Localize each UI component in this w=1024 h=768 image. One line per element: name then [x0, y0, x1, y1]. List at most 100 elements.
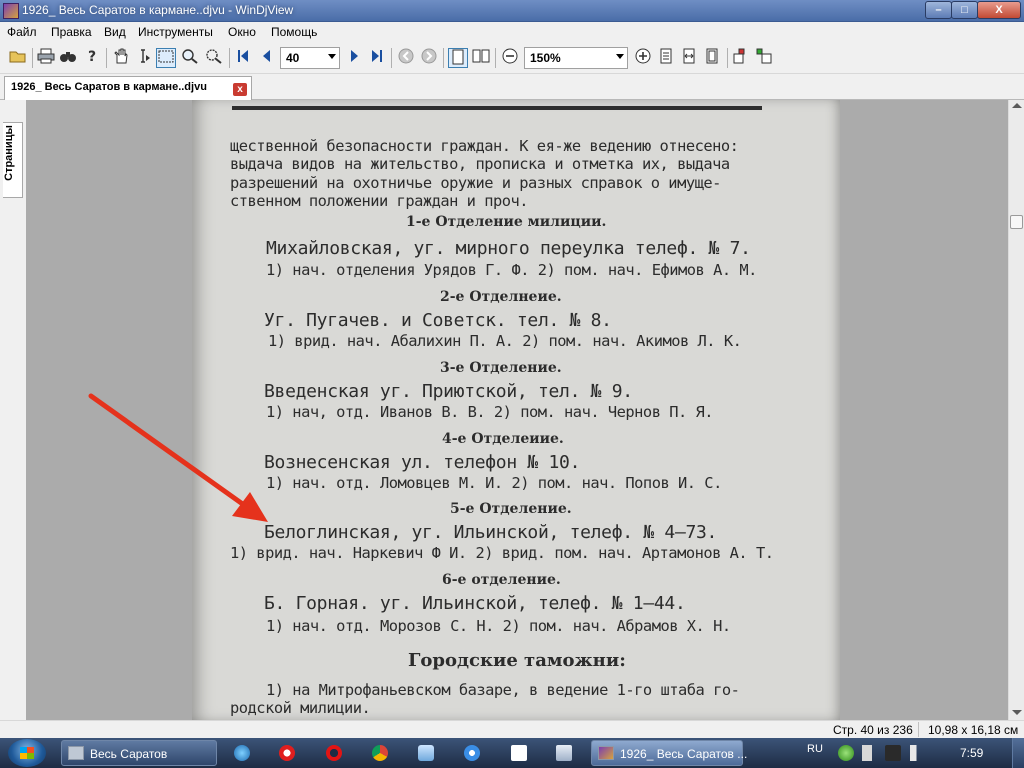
windjview-app-icon [598, 746, 614, 760]
opera-icon[interactable] [326, 745, 342, 761]
text-line: выдача видов на жительство, прописка и о… [230, 155, 730, 173]
fit-page-icon[interactable] [702, 48, 722, 68]
find-binoculars-icon[interactable] [58, 48, 78, 68]
show-desktop-button[interactable] [1012, 738, 1024, 768]
rotate-right-icon[interactable] [754, 48, 774, 68]
section-heading: 5-е Отделение. [450, 501, 572, 517]
text-select-icon[interactable] [134, 48, 154, 68]
page-number-combobox[interactable]: 40 [280, 47, 340, 69]
menu-window[interactable]: Окно [228, 25, 256, 39]
staff-line: 1) врид. нач. Абалихин П. А. 2) пом. нач… [268, 332, 742, 350]
zoom-value: 150% [530, 51, 561, 65]
address-line: Белоглинская, уг. Ильинской, телеф. № 4—… [264, 522, 718, 543]
window-title: 1926_ Весь Саратов в кармане..djvu - Win… [22, 3, 294, 17]
open-folder-icon[interactable] [8, 48, 28, 68]
staff-line: 1) врид. нач. Наркевич Ф И. 2) врид. пом… [230, 544, 774, 562]
fit-width-icon[interactable] [679, 48, 699, 68]
antivirus-icon[interactable] [838, 745, 854, 761]
document-tab[interactable]: 1926_ Весь Саратов в кармане..djvu x [4, 76, 252, 100]
page-top-rule [232, 106, 762, 110]
menu-help[interactable]: Помощь [271, 25, 317, 39]
address-line: Михайловская, уг. мирного переулка телеф… [266, 238, 751, 259]
yandex-browser-icon[interactable] [279, 745, 295, 761]
chevron-down-icon[interactable] [328, 54, 336, 59]
yandex-icon[interactable] [511, 745, 527, 761]
volume-icon[interactable] [910, 745, 926, 761]
document-view[interactable]: щественной безопасности граждан. К ея-же… [26, 100, 1008, 720]
title-bar[interactable]: 1926_ Весь Саратов в кармане..djvu - Win… [0, 0, 1024, 22]
rect-select-icon[interactable] [156, 48, 176, 68]
rotate-left-icon[interactable] [731, 48, 751, 68]
zoom-out-icon[interactable] [500, 48, 520, 68]
taskbar-item-label: 1926_ Весь Саратов ... [620, 747, 748, 761]
messenger-icon[interactable] [418, 745, 434, 761]
actual-size-icon[interactable] [656, 48, 676, 68]
zoom-magnifier-icon[interactable] [180, 48, 200, 68]
audio-player-icon[interactable] [556, 745, 572, 761]
taskbar-item-windjview[interactable]: 1926_ Весь Саратов ... [591, 740, 747, 766]
document-tab-bar: 1926_ Весь Саратов в кармане..djvu x [0, 74, 1024, 100]
text-line: ственном положении граждан и проч. [230, 192, 529, 210]
menu-tools[interactable]: Инструменты [138, 25, 213, 39]
section-heading: 2-е Отделнеие. [440, 289, 562, 305]
next-page-icon[interactable] [344, 48, 364, 68]
facing-pages-icon[interactable] [471, 48, 491, 68]
page-indicator: Стр. 40 из 236 [833, 723, 913, 737]
text-line: щественной безопасности граждан. К ея-же… [230, 137, 739, 155]
toolbar: ? 40 150% [0, 42, 1024, 74]
scroll-thumb[interactable] [1010, 215, 1023, 229]
taskbar: Весь Саратов 1926_ Весь Саратов ... RU 7… [0, 738, 1024, 768]
zoom-in-icon[interactable] [633, 48, 653, 68]
media-player-icon[interactable] [234, 745, 250, 761]
last-page-icon[interactable] [367, 48, 387, 68]
help-question-icon[interactable]: ? [82, 48, 102, 68]
first-page-icon[interactable] [233, 48, 253, 68]
pages-panel-tab[interactable]: Страницы [3, 122, 23, 198]
section-heading: 3-е Отделение. [440, 360, 562, 376]
menu-view[interactable]: Вид [104, 25, 126, 39]
prev-page-icon[interactable] [257, 48, 277, 68]
page-size-indicator: 10,98 x 16,18 см [928, 723, 1019, 737]
network-icon[interactable] [885, 745, 901, 761]
hand-pan-icon[interactable] [111, 48, 131, 68]
text-line: разрешений на охотничье оружие и разных … [230, 174, 721, 192]
windjview-app-icon [3, 3, 19, 19]
pages-panel-label: Страницы [3, 125, 15, 181]
section-heading: 1-е Отделение милиции. [406, 214, 607, 230]
vertical-scrollbar[interactable] [1008, 100, 1024, 720]
chrome-icon[interactable] [372, 745, 388, 761]
close-tab-icon[interactable]: x [233, 83, 247, 96]
toolbar-separator [229, 48, 230, 68]
zoom-rect-icon[interactable] [204, 48, 224, 68]
application-window: 1926_ Весь Саратов в кармане..djvu - Win… [0, 0, 1024, 738]
section-heading: 4-е Отделеиие. [442, 431, 564, 447]
status-bar: Стр. 40 из 236 10,98 x 16,18 см [0, 720, 1024, 738]
zoom-combobox[interactable]: 150% [524, 47, 628, 69]
svg-text:?: ? [88, 49, 96, 64]
toolbar-separator [495, 48, 496, 68]
forward-icon[interactable] [419, 48, 439, 68]
toolbar-separator [727, 48, 728, 68]
sidebar-strip: Страницы [0, 100, 26, 720]
minimize-button[interactable]: – [925, 1, 952, 19]
print-icon[interactable] [36, 48, 56, 68]
taskbar-item-explorer[interactable]: Весь Саратов [61, 740, 217, 766]
staff-line: 1) нач. отделения Урядов Г. Ф. 2) пом. н… [266, 261, 757, 279]
start-button[interactable] [8, 739, 46, 767]
chevron-down-icon[interactable] [616, 54, 624, 59]
internet-explorer-icon[interactable] [464, 745, 480, 761]
scroll-up-icon[interactable] [1012, 103, 1022, 108]
single-page-icon[interactable] [448, 48, 468, 68]
address-line: Б. Горная. уг. Ильинской, телеф. № 1—44. [264, 593, 686, 614]
menu-file[interactable]: Файл [7, 25, 37, 39]
language-indicator[interactable]: RU [807, 743, 823, 755]
staff-line: 1) нач. отд. Морозов С. Н. 2) пом. нач. … [266, 617, 731, 635]
close-window-button[interactable]: X [977, 1, 1021, 19]
scroll-down-icon[interactable] [1012, 710, 1022, 715]
clock[interactable]: 7:59 [960, 746, 983, 760]
menu-edit[interactable]: Правка [51, 25, 92, 39]
maximize-button[interactable]: □ [951, 1, 978, 19]
back-icon[interactable] [396, 48, 416, 68]
flag-icon[interactable] [862, 745, 872, 761]
toolbar-separator [106, 48, 107, 68]
